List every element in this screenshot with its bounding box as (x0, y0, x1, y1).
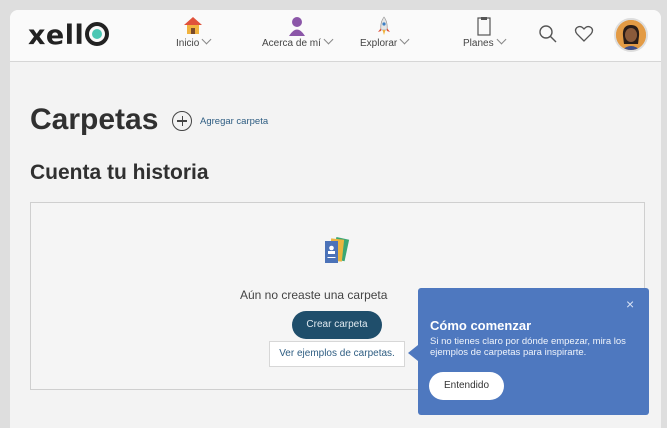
folders-icon (321, 235, 351, 265)
app-window: xell Inicio Acerca de mí Explorar Planes (10, 10, 661, 428)
chevron-down-icon (201, 34, 212, 45)
page-title: Carpetas (30, 103, 159, 136)
add-folder-link[interactable]: Agregar carpeta (200, 116, 268, 127)
popover-title: Cómo comenzar (430, 318, 532, 333)
empty-state-message: Aún no creaste una carpeta (240, 288, 388, 302)
person-icon (287, 16, 307, 36)
xello-logo[interactable]: xell (28, 20, 110, 51)
section-title: Cuenta tu historia (30, 161, 209, 184)
getting-started-popover: × Cómo comenzar Si no tienes claro por d… (418, 288, 649, 415)
got-it-button[interactable]: Entendido (429, 372, 504, 400)
close-icon[interactable]: × (626, 296, 634, 312)
nav-label: Planes (463, 38, 494, 49)
create-folder-button[interactable]: Crear carpeta (292, 311, 382, 339)
top-navigation-bar: xell Inicio Acerca de mí Explorar Planes (10, 10, 661, 62)
clipboard-icon (474, 16, 494, 36)
nav-item-explorar[interactable]: Explorar (360, 16, 410, 49)
chevron-down-icon (323, 34, 334, 45)
rocket-icon (374, 16, 394, 36)
add-folder-plus-icon[interactable] (172, 111, 192, 131)
chevron-down-icon (496, 34, 507, 45)
search-icon[interactable] (538, 24, 558, 49)
nav-label: Inicio (176, 38, 200, 49)
nav-label: Explorar (360, 38, 398, 49)
folder-examples-link[interactable]: Ver ejemplos de carpetas. (269, 341, 405, 367)
house-icon (183, 16, 203, 36)
heart-icon[interactable] (574, 24, 594, 49)
nav-item-inicio[interactable]: Inicio (176, 16, 212, 49)
nav-item-acerca-de-mi[interactable]: Acerca de mí (262, 16, 334, 49)
nav-item-planes[interactable]: Planes (463, 16, 507, 49)
popover-arrow (408, 345, 418, 361)
popover-body: Si no tienes claro por dónde empezar, mi… (430, 336, 626, 358)
avatar[interactable] (614, 18, 648, 52)
chevron-down-icon (399, 34, 410, 45)
nav-label: Acerca de mí (262, 38, 321, 49)
